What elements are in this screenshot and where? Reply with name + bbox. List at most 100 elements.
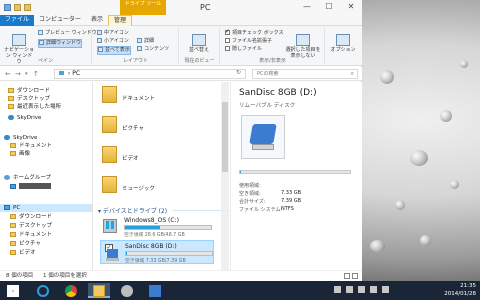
nav-item-pc-pictures[interactable]: ピクチャ [10, 240, 41, 248]
drive-usage-fill [126, 252, 127, 255]
taskbar-explorer-window[interactable] [144, 283, 166, 298]
volume-icon[interactable] [382, 286, 389, 293]
maximize-button[interactable]: ☐ [318, 0, 340, 14]
taskbar-chrome[interactable] [60, 283, 82, 298]
layout-option-label: 並べて表示 [105, 47, 130, 53]
drive-item-c[interactable]: Windows8_OS (C:) 空き領域 28.6 GB/48.7 GB [100, 215, 214, 239]
minimize-button[interactable]: — [296, 0, 318, 14]
refresh-icon[interactable]: ↻ [236, 69, 241, 76]
folder-label: ピクチャ [122, 126, 144, 132]
layout-option-small-icons[interactable]: 小アイコン [97, 38, 129, 45]
tab-view[interactable]: 表示 [86, 15, 108, 26]
nav-item-homegroup-user[interactable] [10, 183, 51, 191]
details-row-used: 使用領域: [239, 182, 261, 189]
nav-item-label: デスクトップ [17, 96, 51, 102]
start-button[interactable] [2, 283, 24, 298]
nav-item-skydrive-favorite[interactable]: SkyDrive [8, 114, 41, 122]
layout-option-content[interactable]: コンテンツ [137, 46, 169, 53]
language-icon[interactable] [346, 286, 353, 293]
item-checkboxes-toggle[interactable]: 項目チェック ボックス [225, 28, 283, 37]
nav-item-favorites-desktop[interactable]: デスクトップ [8, 95, 50, 103]
explorer-window-icon [149, 285, 161, 297]
details-row-value: NTFS [281, 206, 294, 212]
breadcrumb-pc[interactable]: PC [72, 70, 80, 77]
close-button[interactable]: ✕ [340, 0, 362, 14]
layout-option-tiles[interactable]: 並べて表示 [97, 46, 131, 55]
folder-icon [10, 151, 16, 156]
drive-item-d[interactable]: ✓ SanDisc 8GB (D:) 空き領域 7.33 GB/7.39 GB [100, 240, 214, 264]
preview-pane-button[interactable]: プレビュー ウィンドウ [38, 30, 97, 37]
clock[interactable]: 21:35 2014/01/28 [444, 282, 476, 298]
tab-file[interactable]: ファイル [0, 15, 35, 26]
ribbon-group-panes: ナビゲーション ウィンドウ プレビュー ウィンドウ 詳細ウィンドウ ペイン [0, 28, 97, 65]
forward-arrow-icon[interactable]: → [15, 70, 21, 78]
nav-item-skydrive[interactable]: SkyDrive [4, 134, 37, 142]
network-icon[interactable] [370, 286, 377, 293]
system-tray: 21:35 2014/01/28 [330, 281, 480, 300]
recent-locations-chevron-icon[interactable]: ▾ [25, 71, 28, 77]
content-scrollbar[interactable] [221, 82, 229, 270]
hide-selected-items-button[interactable]: 選択した項目を 表示しない [283, 34, 323, 59]
details-view-icon[interactable] [344, 273, 350, 279]
usb-drive-icon [241, 115, 285, 159]
options-icon [336, 34, 350, 46]
hidden-items-toggle[interactable]: 隠しファイル [225, 46, 262, 53]
folder-icon [8, 96, 14, 101]
details-icon [137, 38, 142, 43]
nav-item-pc-documents[interactable]: ドキュメント [10, 231, 52, 239]
nav-item-label: ピクチャ [19, 241, 41, 247]
ribbon-group-layout: 中アイコン 小アイコン 並べて表示 詳細 コンテンツ レイアウト [93, 28, 179, 64]
sort-icon [192, 34, 206, 46]
chrome-icon [65, 285, 77, 297]
taskbar-file-explorer[interactable] [88, 283, 110, 298]
nav-item-pc-downloads[interactable]: ダウンロード [10, 213, 52, 221]
folder-icon [102, 176, 117, 193]
ribbon-group-label: ペイン [37, 58, 53, 64]
details-row-label: 使用領域: [239, 183, 261, 189]
back-arrow-icon[interactable]: ← [5, 70, 11, 78]
sort-button[interactable]: 並べ替え [184, 34, 214, 53]
options-button[interactable]: オプション [328, 34, 358, 53]
checkbox-icon [225, 38, 230, 43]
layout-option-medium-icons[interactable]: 中アイコン [97, 30, 129, 37]
details-row-label: 空き領域: [239, 191, 261, 197]
checkbox-checked-icon [225, 28, 230, 35]
scrollbar-thumb[interactable] [222, 102, 228, 172]
layout-option-details[interactable]: 詳細 [137, 38, 154, 45]
taskbar-ie[interactable] [32, 283, 54, 298]
layout-option-label: 小アイコン [104, 38, 129, 44]
address-box[interactable]: › PC [54, 69, 246, 79]
nav-item-skydrive-documents[interactable]: ドキュメント [10, 142, 52, 150]
large-icons-view-icon[interactable] [352, 273, 358, 279]
details-pane-button[interactable]: 詳細ウィンドウ [38, 39, 83, 48]
save-icon[interactable] [4, 4, 11, 11]
up-arrow-icon[interactable]: ↑ [33, 70, 39, 78]
drive-usage-bar [124, 225, 212, 230]
nav-item-label: デスクトップ [19, 223, 53, 229]
nav-item-recent-places[interactable]: 最近表示した場所 [8, 103, 61, 111]
nav-item-pc-desktop[interactable]: デスクトップ [10, 222, 52, 230]
nav-item-homegroup[interactable]: ホームグループ [4, 174, 51, 182]
sort-label: 並べ替え [188, 47, 209, 53]
details-pane: SanDisc 8GB (D:) リムーバブル ディスク 使用領域: 空き領域:… [230, 82, 362, 270]
nav-item-favorites-downloads[interactable]: ダウンロード [8, 87, 50, 95]
nav-item-label: SkyDrive [13, 135, 38, 141]
taskbar-app[interactable] [116, 283, 138, 298]
tab-manage[interactable]: 管理 [108, 15, 133, 26]
usb-drive-icon: ✓ [103, 243, 119, 261]
search-input[interactable]: PCの検索 ⌕ [252, 69, 358, 79]
internet-explorer-icon [37, 285, 49, 297]
keyboard-icon[interactable] [334, 286, 341, 293]
tab-computer[interactable]: コンピューター [34, 15, 86, 26]
small-icons-icon [97, 38, 102, 43]
nav-item-skydrive-pictures[interactable]: 画像 [10, 150, 30, 158]
folder-icon[interactable] [14, 4, 21, 11]
details-row-filesystem: ファイル システム: NTFS [239, 206, 294, 213]
flag-icon[interactable] [358, 286, 365, 293]
nav-item-pc[interactable]: PC [0, 204, 92, 212]
file-extensions-toggle[interactable]: ファイル名拡張子 [225, 38, 272, 45]
nav-item-pc-videos[interactable]: ビデオ [10, 249, 36, 257]
new-folder-icon[interactable] [24, 4, 31, 11]
usb-tray [252, 144, 274, 150]
details-pane-label: 詳細ウィンドウ [46, 40, 82, 46]
